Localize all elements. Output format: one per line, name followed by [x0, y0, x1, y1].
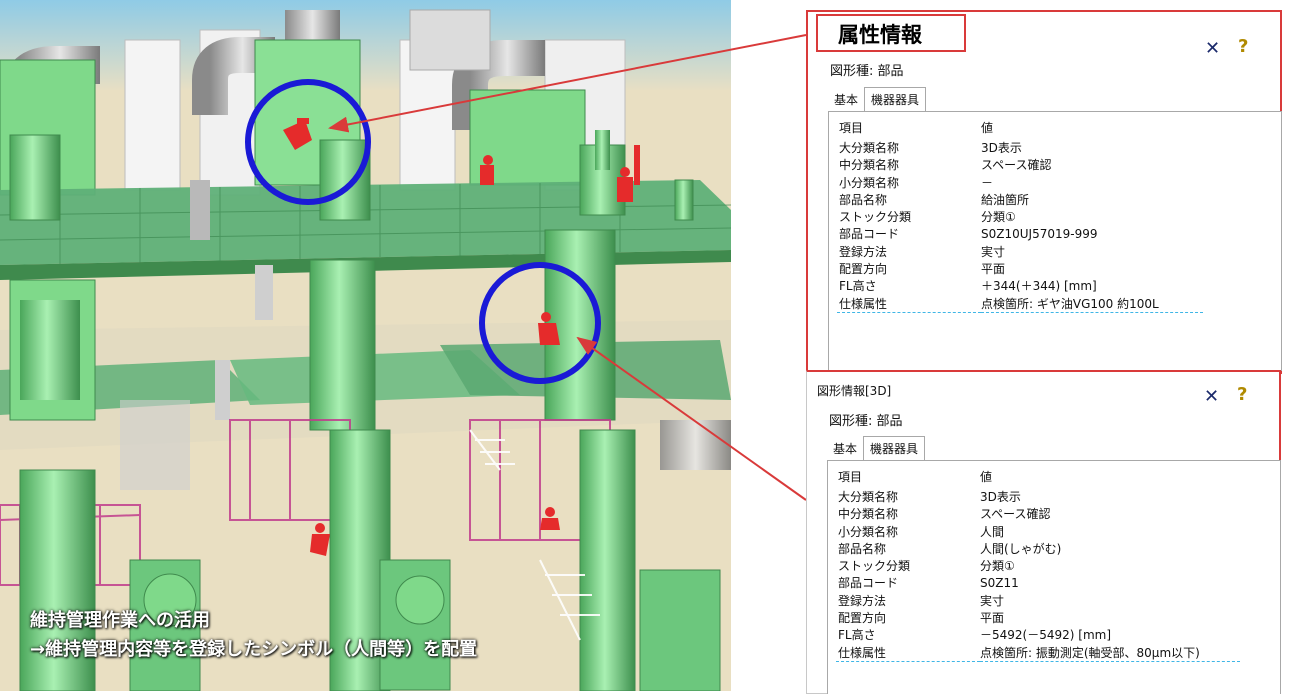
grid-row[interactable]: 仕様属性 点検箇所: ギヤ油VG100 約100L: [837, 296, 1281, 313]
grid-row[interactable]: 登録方法 実寸: [837, 244, 1281, 261]
row-value: 給油箇所: [981, 192, 1030, 207]
row-key: FL高さ: [839, 279, 877, 294]
shape-info-3d-panel: 図形情報[3D] ✕ ? 図形種: 部品 基本 機器器具 項目 値 大分類名称 3…: [806, 370, 1281, 694]
grid-row[interactable]: 中分類名称 スペース確認: [837, 157, 1281, 174]
tab-bar: 基本 機器器具: [828, 87, 927, 111]
grid-row[interactable]: FL高さ －5492(－5492) [mm]: [836, 627, 1280, 644]
property-grid: 項目 値 大分類名称 3D表示 中分類名称 スペース確認 小分類名称 人間 部品名称 人…: [827, 460, 1281, 694]
close-icon[interactable]: ✕: [1205, 38, 1220, 59]
panel-title: 図形情報[3D]: [817, 384, 892, 398]
grid-row[interactable]: 大分類名称 3D表示: [837, 140, 1281, 157]
row-key: 部品コード: [839, 227, 900, 242]
row-value: S0Z11: [980, 576, 1019, 591]
row-key: 登録方法: [839, 244, 888, 259]
attribute-info-panel: 属性情報 ✕ ? 図形種: 部品 基本 機器器具 項目 値 大分類名称 3D表示 …: [806, 10, 1282, 374]
grid-row[interactable]: 小分類名称 －: [837, 175, 1281, 192]
grid-row[interactable]: 配置方向 平面: [837, 261, 1281, 278]
row-value: 実寸: [980, 593, 1005, 608]
row-value: －: [981, 175, 994, 190]
tab-equipment[interactable]: 機器器具: [863, 436, 926, 460]
row-value: 実寸: [981, 244, 1006, 259]
row-value: 人間(しゃがむ): [980, 541, 1062, 556]
grid-row[interactable]: 大分類名称 3D表示: [836, 489, 1280, 506]
grid-row[interactable]: ストック分類 分類①: [836, 558, 1280, 575]
row-value: 点検箇所: 振動測定(軸受部、80μm以下): [980, 645, 1240, 662]
row-key: 登録方法: [838, 593, 887, 608]
row-value: 人間: [980, 524, 1005, 539]
caption-line-2: →維持管理内容等を登録したシンボル（人間等）を配置: [30, 639, 478, 660]
grid-header-key: 項目: [838, 470, 863, 484]
grid-row[interactable]: 仕様属性 点検箇所: 振動測定(軸受部、80μm以下): [836, 645, 1280, 662]
row-value: スペース確認: [980, 507, 1051, 522]
grid-row[interactable]: 部品名称 給油箇所: [837, 192, 1281, 209]
panel-title: 属性情報: [816, 14, 966, 52]
grid-row[interactable]: 配置方向 平面: [836, 610, 1280, 627]
shape-type-label: 図形種: 部品: [829, 414, 903, 429]
grid-row[interactable]: ストック分類 分類①: [837, 209, 1281, 226]
row-key: 配置方向: [838, 611, 887, 626]
grid-row[interactable]: 登録方法 実寸: [836, 593, 1280, 610]
grid-row[interactable]: 中分類名称 スペース確認: [836, 506, 1280, 523]
grid-row[interactable]: 部品コード S0Z11: [836, 575, 1280, 592]
row-value: ＋344(＋344) [mm]: [981, 279, 1097, 294]
grid-header-value: 値: [981, 121, 994, 135]
row-value: 3D表示: [981, 141, 1022, 155]
row-key: 中分類名称: [838, 507, 899, 522]
row-key: 大分類名称: [838, 490, 899, 504]
row-key: 部品コード: [838, 576, 899, 591]
grid-header: 項目 値: [837, 118, 1281, 140]
grid-row[interactable]: 小分類名称 人間: [836, 524, 1280, 541]
row-key: 仕様属性: [837, 296, 981, 313]
caption-line-1: 維持管理作業への活用: [30, 610, 210, 631]
row-key: 配置方向: [839, 262, 888, 277]
close-icon[interactable]: ✕: [1204, 386, 1219, 407]
shape-type-label: 図形種: 部品: [830, 64, 904, 79]
help-icon[interactable]: ?: [1238, 36, 1248, 57]
grid-row[interactable]: 部品コード S0Z10UJ57019-999: [837, 226, 1281, 243]
row-value: S0Z10UJ57019-999: [981, 227, 1098, 242]
row-key: 大分類名称: [839, 141, 900, 155]
row-value: 3D表示: [980, 490, 1021, 504]
tab-basic[interactable]: 基本: [827, 437, 863, 460]
row-value: 平面: [981, 262, 1006, 277]
property-grid: 項目 値 大分類名称 3D表示 中分類名称 スペース確認 小分類名称 － 部品名称 給油…: [828, 111, 1282, 371]
row-key: 小分類名称: [838, 524, 899, 539]
row-key: 小分類名称: [839, 175, 900, 190]
3d-viewport[interactable]: 維持管理作業への活用 →維持管理内容等を登録したシンボル（人間等）を配置: [0, 0, 731, 691]
row-key: ストック分類: [839, 210, 912, 225]
row-value: 平面: [980, 611, 1005, 626]
tab-bar: 基本 機器器具: [827, 436, 926, 460]
row-value: 分類①: [981, 210, 1016, 225]
tab-basic[interactable]: 基本: [828, 88, 864, 111]
help-icon[interactable]: ?: [1237, 384, 1247, 405]
grid-header: 項目 値: [836, 467, 1280, 489]
plant-model-render: [0, 0, 731, 691]
row-key: FL高さ: [838, 628, 876, 643]
row-key: 仕様属性: [836, 645, 980, 662]
grid-header-value: 値: [980, 470, 993, 484]
row-key: 部品名称: [838, 541, 887, 556]
row-value: －5492(－5492) [mm]: [980, 628, 1111, 643]
tab-equipment[interactable]: 機器器具: [864, 87, 927, 111]
row-key: 部品名称: [839, 192, 888, 207]
grid-row[interactable]: FL高さ ＋344(＋344) [mm]: [837, 278, 1281, 295]
row-key: ストック分類: [838, 559, 911, 574]
row-value: 点検箇所: ギヤ油VG100 約100L: [981, 296, 1203, 313]
grid-row[interactable]: 部品名称 人間(しゃがむ): [836, 541, 1280, 558]
row-value: スペース確認: [981, 158, 1052, 173]
row-value: 分類①: [980, 559, 1015, 574]
row-key: 中分類名称: [839, 158, 900, 173]
grid-header-key: 項目: [839, 121, 864, 135]
